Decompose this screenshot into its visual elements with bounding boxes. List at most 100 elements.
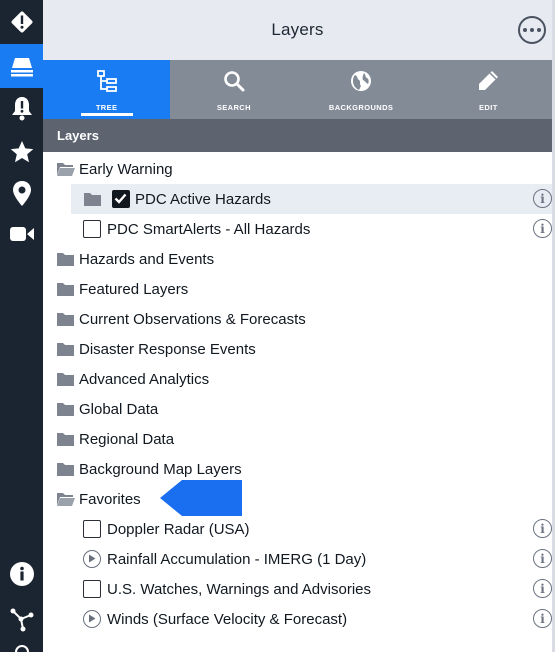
tab-backgrounds-label: BACKGROUNDS <box>328 103 394 112</box>
tree-folder-background-map-layers[interactable]: Background Map Layers <box>43 454 552 484</box>
video-camera-icon <box>9 227 34 241</box>
tree-layer-doppler-radar[interactable]: Doppler Radar (USA) i <box>71 514 552 544</box>
tree-label-pdc-active-hazards: PDC Active Hazards <box>135 190 271 208</box>
tree-label-favorites: Favorites <box>79 490 141 508</box>
tree-label-global-data: Global Data <box>79 400 159 418</box>
rail-location-button[interactable] <box>0 172 43 216</box>
tree-label-background-map-layers: Background Map Layers <box>79 460 242 478</box>
tab-edit-label: EDIT <box>479 103 498 112</box>
play-icon[interactable] <box>83 550 101 568</box>
tab-tree[interactable]: TREE <box>43 60 171 119</box>
play-icon[interactable] <box>83 610 101 628</box>
tree-label-current-observations: Current Observations & Forecasts <box>79 310 306 328</box>
more-rail-icon <box>14 645 29 652</box>
pdc-active-hazards-checkbox[interactable] <box>112 190 130 208</box>
rail-video-button[interactable] <box>0 212 43 256</box>
folder-icon <box>57 253 74 266</box>
tree-label-us-watches: U.S. Watches, Warnings and Advisories <box>107 580 371 598</box>
folder-icon <box>57 403 74 416</box>
tree-layer-winds[interactable]: Winds (Surface Velocity & Forecast) i <box>71 604 552 634</box>
tab-edit[interactable]: EDIT <box>425 60 552 119</box>
callout-arrow-icon <box>160 480 242 516</box>
info-icon <box>9 562 34 586</box>
alert-bell-icon <box>11 97 32 121</box>
rail-info-button[interactable] <box>0 552 43 596</box>
tree-folder-favorites[interactable]: Favorites <box>43 484 552 514</box>
globe-icon <box>351 71 372 91</box>
tree-folder-current-observations[interactable]: Current Observations & Forecasts <box>43 304 552 334</box>
folder-icon <box>57 343 74 356</box>
info-icon[interactable]: i <box>533 219 552 238</box>
rail-partial-button[interactable] <box>0 638 43 652</box>
alert-diamond-icon <box>11 11 32 33</box>
location-pin-icon <box>12 181 31 206</box>
tab-search[interactable]: SEARCH <box>170 60 297 119</box>
layers-icon <box>10 58 33 77</box>
rail-alerts-button[interactable] <box>0 86 43 130</box>
info-icon[interactable]: i <box>533 189 552 208</box>
folder-icon <box>84 193 101 206</box>
tree-folder-regional-data[interactable]: Regional Data <box>43 424 552 454</box>
panel-header: Layers <box>43 0 552 60</box>
tree-label-winds: Winds (Surface Velocity & Forecast) <box>107 610 348 628</box>
more-options-button[interactable] <box>518 16 546 44</box>
tree-folder-hazards-events[interactable]: Hazards and Events <box>43 244 552 274</box>
tree-label-regional-data: Regional Data <box>79 430 175 448</box>
play-triangle <box>89 554 96 563</box>
folder-icon <box>57 283 74 296</box>
tree-icon <box>96 70 117 92</box>
star-icon <box>10 141 33 163</box>
rail-measure-button[interactable] <box>0 597 43 641</box>
tree-layer-us-watches[interactable]: U.S. Watches, Warnings and Advisories i <box>71 574 552 604</box>
tree-folder-global-data[interactable]: Global Data <box>43 394 552 424</box>
info-icon[interactable]: i <box>533 609 552 628</box>
section-title: Layers <box>57 128 99 143</box>
tree-label-rainfall-accumulation: Rainfall Accumulation - IMERG (1 Day) <box>107 550 367 568</box>
tab-bar: TREE SEARCH BACKGROUNDS EDIT <box>43 60 552 119</box>
left-rail <box>0 0 43 652</box>
tree-folder-disaster-response[interactable]: Disaster Response Events <box>43 334 552 364</box>
tree-layer-pdc-active-hazards[interactable]: PDC Active Hazards i <box>71 184 552 214</box>
tab-tree-label: TREE <box>95 103 118 112</box>
active-tab-indicator <box>81 113 133 116</box>
search-icon <box>224 71 245 92</box>
pdc-smartalerts-checkbox[interactable] <box>83 220 101 238</box>
checkmark-icon <box>114 193 127 204</box>
tree-layer-pdc-smartalerts[interactable]: PDC SmartAlerts - All Hazards i <box>71 214 552 244</box>
rail-favorites-button[interactable] <box>0 130 43 174</box>
tree-label-disaster-response: Disaster Response Events <box>79 340 256 358</box>
measure-tool-icon <box>10 608 33 632</box>
folder-icon <box>57 313 74 326</box>
tree-label-featured-layers: Featured Layers <box>79 280 189 298</box>
more-dot <box>537 28 541 32</box>
rail-layers-button[interactable] <box>0 44 43 88</box>
info-icon[interactable]: i <box>533 549 552 568</box>
doppler-radar-checkbox[interactable] <box>83 520 101 538</box>
tree-label-hazards-events: Hazards and Events <box>79 250 215 268</box>
tab-search-label: SEARCH <box>216 103 251 112</box>
us-watches-checkbox[interactable] <box>83 580 101 598</box>
tree-folder-featured-layers[interactable]: Featured Layers <box>43 274 552 304</box>
rail-alert-diamond-button[interactable] <box>0 0 43 44</box>
folder-icon <box>57 373 74 386</box>
info-icon[interactable]: i <box>533 579 552 598</box>
tree-label-doppler-radar: Doppler Radar (USA) <box>107 520 250 538</box>
tree-layer-rainfall-accumulation[interactable]: Rainfall Accumulation - IMERG (1 Day) i <box>71 544 552 574</box>
play-triangle <box>89 614 96 623</box>
page-title: Layers <box>271 20 324 39</box>
folder-open-icon <box>57 163 75 176</box>
tree-label-pdc-smartalerts: PDC SmartAlerts - All Hazards <box>107 220 311 238</box>
tree-label-advanced-analytics: Advanced Analytics <box>79 370 210 388</box>
tab-backgrounds[interactable]: BACKGROUNDS <box>298 60 425 119</box>
folder-icon <box>57 433 74 446</box>
folder-open-icon <box>57 493 75 506</box>
tree-folder-early-warning[interactable]: Early Warning <box>43 154 552 184</box>
folder-icon <box>57 463 74 476</box>
pencil-icon <box>479 71 499 90</box>
info-icon[interactable]: i <box>533 519 552 538</box>
section-header: Layers <box>43 119 552 152</box>
more-options-icon <box>523 28 527 32</box>
tree-label-early-warning: Early Warning <box>79 160 173 178</box>
tree-folder-advanced-analytics[interactable]: Advanced Analytics <box>43 364 552 394</box>
layers-panel: Layers TREE SEARCH BACKGROUNDS EDIT Laye… <box>43 0 555 652</box>
